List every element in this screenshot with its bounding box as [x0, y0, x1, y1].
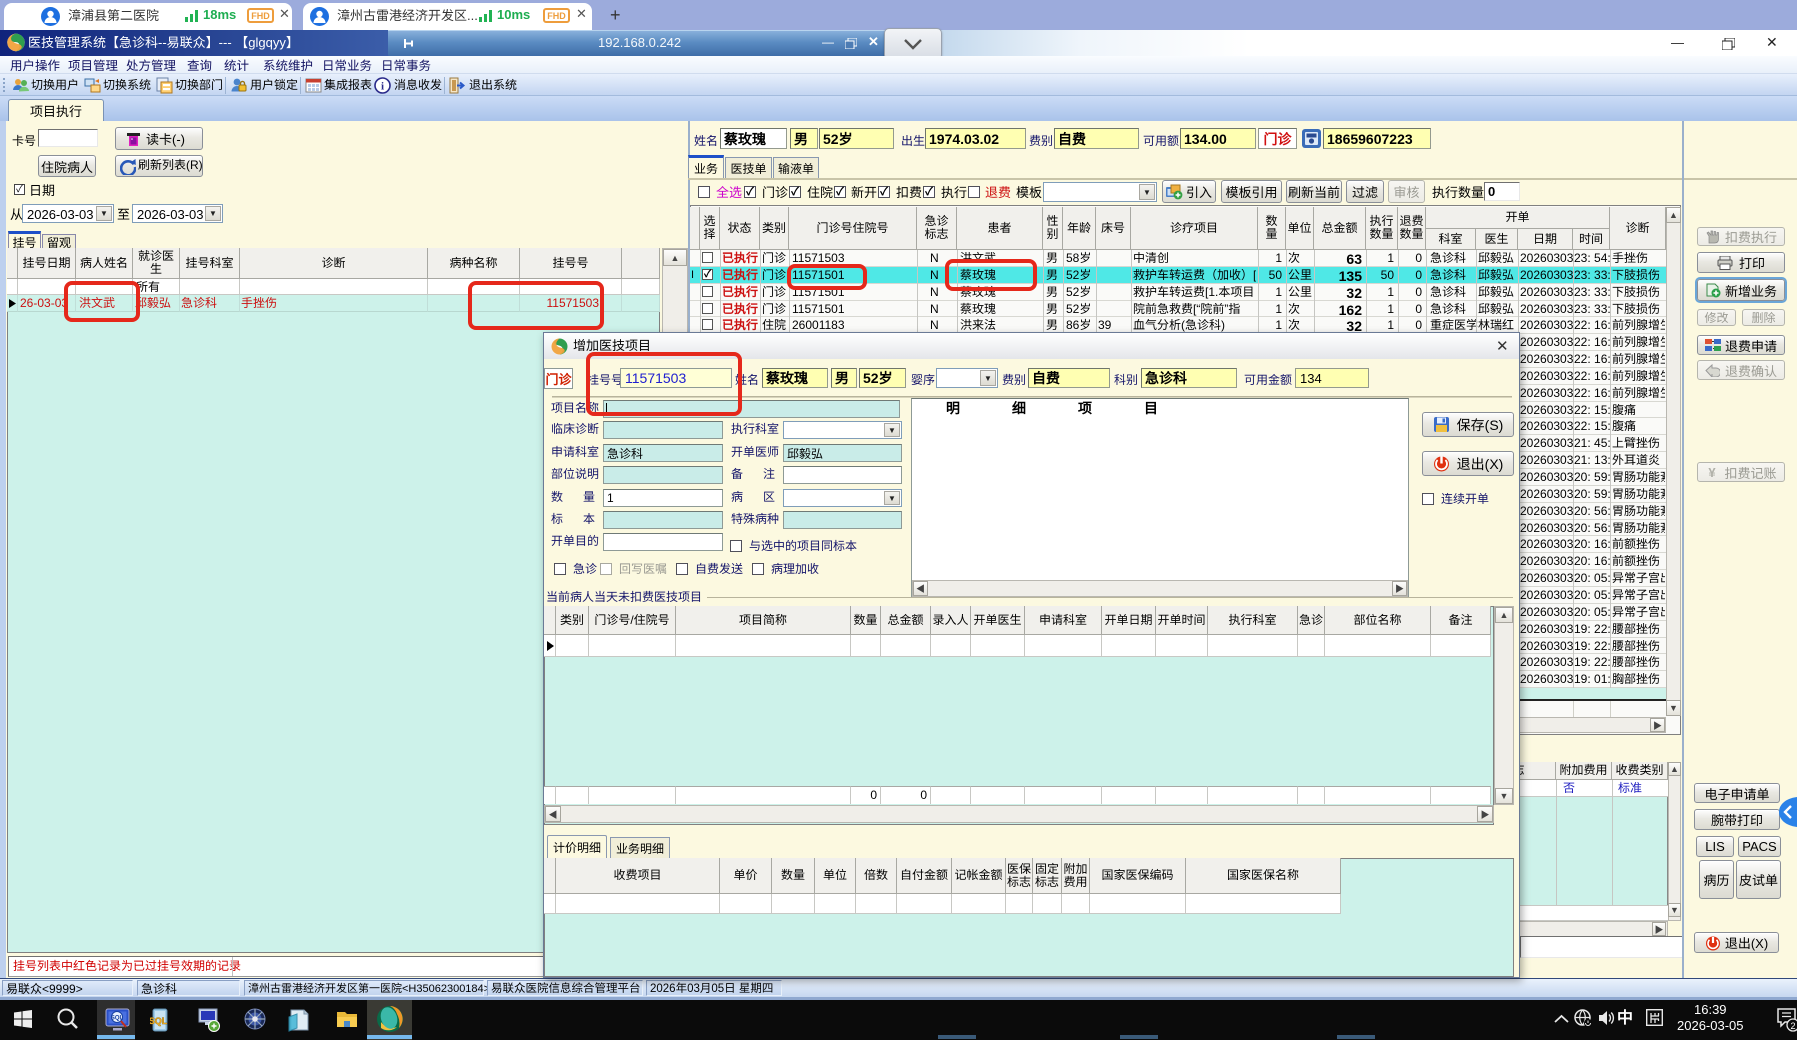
svg-text:i: i	[381, 81, 384, 93]
svg-text:2: 2	[1790, 1021, 1795, 1031]
svg-text:SQL: SQL	[150, 1016, 168, 1026]
svg-text:¥: ¥	[1709, 465, 1717, 479]
